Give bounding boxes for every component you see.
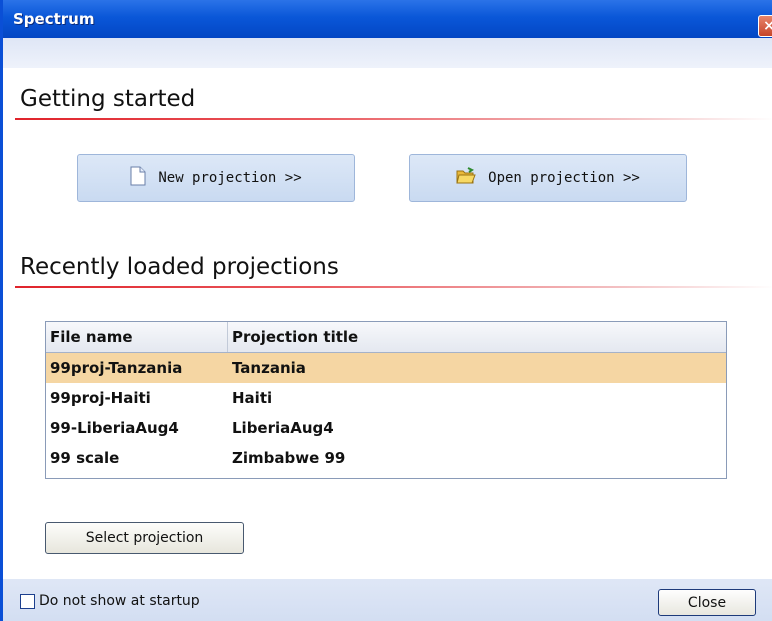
window-title: Spectrum	[13, 10, 95, 28]
projection-title-cell: LiberiaAug4	[232, 419, 334, 437]
column-header-projection-title[interactable]: Projection title	[228, 322, 726, 352]
file-name-cell: 99-LiberiaAug4	[50, 419, 179, 437]
table-row[interactable]: 99-LiberiaAug4 LiberiaAug4	[46, 413, 726, 443]
table-row[interactable]: 99 scale Zimbabwe 99	[46, 443, 726, 473]
title-bar[interactable]: Spectrum	[3, 0, 772, 38]
window-close-button[interactable]: ×	[758, 15, 772, 37]
file-name-cell: 99proj-Haiti	[50, 389, 151, 407]
table-header: File name Projection title	[46, 322, 726, 353]
new-document-icon	[130, 166, 146, 190]
new-projection-label: New projection >>	[158, 170, 302, 186]
open-projection-button[interactable]: Open projection >>	[409, 154, 687, 202]
file-name-cell: 99proj-Tanzania	[50, 359, 183, 377]
open-folder-icon	[456, 167, 476, 189]
do-not-show-checkbox[interactable]	[20, 594, 35, 609]
section-divider	[15, 286, 772, 288]
projection-title-cell: Haiti	[232, 389, 273, 407]
recent-projections-table[interactable]: File name Projection title 99proj-Tanzan…	[45, 321, 727, 479]
close-button[interactable]: Close	[658, 589, 756, 616]
projection-title-cell: Tanzania	[232, 359, 306, 377]
table-row[interactable]: 99proj-Haiti Haiti	[46, 383, 726, 413]
section-divider	[15, 118, 772, 120]
projection-title-cell: Zimbabwe 99	[232, 449, 346, 467]
select-projection-button[interactable]: Select projection	[45, 522, 244, 554]
getting-started-heading: Getting started	[20, 86, 196, 112]
recent-projections-heading: Recently loaded projections	[20, 254, 339, 280]
column-header-file-name[interactable]: File name	[46, 322, 228, 352]
spectrum-window: Spectrum × Getting started New projectio…	[0, 0, 772, 621]
header-band	[3, 38, 772, 68]
file-name-cell: 99 scale	[50, 449, 120, 467]
new-projection-button[interactable]: New projection >>	[77, 154, 355, 202]
do-not-show-label[interactable]: Do not show at startup	[39, 593, 200, 609]
table-row[interactable]: 99proj-Tanzania Tanzania	[46, 353, 726, 383]
open-projection-label: Open projection >>	[488, 170, 640, 186]
